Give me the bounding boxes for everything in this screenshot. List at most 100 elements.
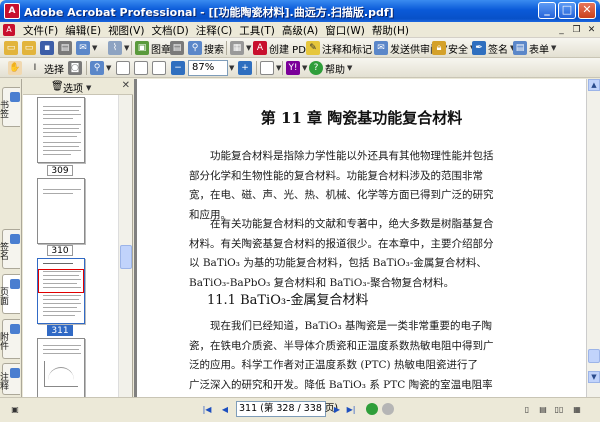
doc-restore-button[interactable]: ❐ xyxy=(570,24,583,36)
document-scrollbar[interactable]: ▲ ▼ xyxy=(586,79,600,397)
close-button[interactable]: ✕ xyxy=(578,2,596,19)
page-size-icon[interactable]: ▣ xyxy=(8,403,22,416)
trash-icon[interactable]: 🗑︎ xyxy=(51,81,64,92)
open2-button[interactable]: ▭ xyxy=(22,40,36,56)
acrobat-app-icon[interactable]: A xyxy=(4,3,20,19)
tab-comments-label: 注释 xyxy=(0,372,8,390)
continuous-facing-icon[interactable]: ▦ xyxy=(570,403,584,416)
save-icon: ▪ xyxy=(40,41,54,55)
next-view-icon[interactable] xyxy=(382,403,394,415)
minimize-button[interactable]: _ xyxy=(538,2,556,19)
menu-view[interactable]: 视图(V) xyxy=(107,23,145,38)
paragraph-line: 泛的应用。科学工作者对正温度系数 (PTC) 热敏电阻瓷进行了 xyxy=(189,359,478,372)
rotate-button[interactable]: ▼ xyxy=(260,60,281,76)
picture-label: 图章 xyxy=(151,44,171,56)
menu-advanced[interactable]: 高级(A) xyxy=(281,23,319,38)
previous-view-icon[interactable] xyxy=(366,403,378,415)
page-thumbnail[interactable] xyxy=(37,338,85,404)
paragraph-2: 在有关功能复合材料的文献和专著中，绝大多数是树脂基复合 材料。有关陶瓷基复合材料… xyxy=(189,215,535,293)
menu-file[interactable]: 文件(F) xyxy=(22,23,59,38)
scroll-down-icon[interactable]: ▼ xyxy=(588,371,600,383)
close-panel-icon[interactable]: ✕ xyxy=(122,80,130,91)
tab-comments[interactable]: 注释 xyxy=(0,363,20,395)
thumbnail-label: 310 xyxy=(47,245,73,256)
picture-icon: ▣ xyxy=(135,41,149,55)
search-button[interactable]: ⚲ 搜索 xyxy=(188,40,224,56)
document-icon[interactable]: A xyxy=(3,24,15,36)
doc-minimize-button[interactable]: _ xyxy=(555,24,568,36)
last-page-button[interactable]: ▶| xyxy=(344,403,358,416)
page-layout-icon xyxy=(260,61,274,75)
print-tool-button[interactable]: ▤ xyxy=(170,40,184,56)
next-page-button[interactable]: ▶ xyxy=(330,403,344,416)
tab-attachments[interactable]: 附件 xyxy=(0,319,20,359)
menu-edit[interactable]: 编辑(E) xyxy=(64,23,102,38)
zoom-out-button[interactable]: − xyxy=(171,60,185,76)
scan-icon: ▦ xyxy=(230,41,244,55)
open-button[interactable]: ▭ xyxy=(4,40,18,56)
menu-comments[interactable]: 注释(C) xyxy=(195,23,234,38)
page-thumbnail[interactable] xyxy=(37,178,85,244)
zoom-in-button[interactable]: + xyxy=(238,60,252,76)
save-button[interactable]: ▪ xyxy=(40,40,54,56)
scroll-up-icon[interactable]: ▲ xyxy=(588,79,600,91)
security-label: 安全 xyxy=(448,44,468,56)
tab-bookmarks[interactable]: 书签 xyxy=(0,87,20,127)
document-scroll-thumb[interactable] xyxy=(588,349,600,363)
zoom-tool-button[interactable]: ⚲ ▼ xyxy=(90,60,111,76)
maximize-button[interactable]: □ xyxy=(558,2,576,19)
paragraph-line: 以 BaTiO₃ 为基的功能复合材料，包括 BaTiO₃-金属复合材料、 xyxy=(189,257,487,270)
tab-signatures[interactable]: 签名 xyxy=(0,229,20,269)
menu-tools[interactable]: 工具(T) xyxy=(238,23,276,38)
fit-width-icon xyxy=(152,61,166,75)
attach-button[interactable]: ⌇ ▼ xyxy=(108,40,129,56)
scan-button[interactable]: ▦ ▼ xyxy=(230,40,251,56)
page-thumbnail-selected[interactable] xyxy=(37,258,85,324)
first-page-button[interactable]: |◀ xyxy=(200,403,214,416)
menu-window[interactable]: 窗口(W) xyxy=(324,23,366,38)
tab-pages[interactable]: 页面 xyxy=(0,274,20,314)
menu-document[interactable]: 文档(D) xyxy=(150,23,189,38)
create-pdf-icon: A xyxy=(253,41,267,55)
forms-button[interactable]: ▤ 表单 ▼ xyxy=(513,40,556,56)
thumbnail-scrollbar[interactable] xyxy=(118,95,132,397)
single-page-icon[interactable]: ▯ xyxy=(520,403,534,416)
continuous-icon[interactable]: ▤ xyxy=(536,403,550,416)
fit-width-button[interactable] xyxy=(152,60,166,76)
view-area-box[interactable] xyxy=(38,269,84,293)
zoom-field[interactable]: 87% xyxy=(188,60,228,76)
thumbnail-scroll-thumb[interactable] xyxy=(120,245,132,269)
email-button[interactable]: ✉ ▼ xyxy=(76,40,97,56)
doc-close-button[interactable]: ✕ xyxy=(585,24,598,36)
window-title: Adobe Acrobat Professional - [[功能陶瓷材料].曲… xyxy=(24,6,394,19)
pages-icon xyxy=(10,279,20,289)
page-number-field[interactable]: 311 (第 328 / 338 页) xyxy=(236,401,338,417)
page-thumbnail[interactable] xyxy=(37,97,85,163)
review-icon: ✉ xyxy=(374,41,388,55)
hand-tool-button[interactable]: ✋ xyxy=(8,60,22,76)
search-icon: ⚲ xyxy=(188,41,202,55)
document-view[interactable]: 第 11 章 陶瓷基功能复合材料 功能复合材料是指除力学性能以外还具有其他物理性… xyxy=(134,79,586,397)
zoom-dropdown[interactable]: ▼ xyxy=(229,60,234,76)
tools-toolbar: ✋ I 选择 ◙ ⚲ ▼ − 87% ▼ + ▼ Y! ▼ ? 帮助 ▼ xyxy=(0,58,600,78)
security-button[interactable]: 🔒︎安全▼ xyxy=(432,40,475,56)
select-tool-button[interactable]: I 选择 xyxy=(28,60,64,76)
yahoo-search-button[interactable]: Y! ▼ xyxy=(286,60,307,76)
menu-help[interactable]: 帮助(H) xyxy=(371,23,410,38)
thumbnail-label: 309 xyxy=(47,165,73,176)
comment-markup-button[interactable]: ✎注释和标记▼ xyxy=(306,40,379,56)
help-button[interactable]: ? 帮助 ▼ xyxy=(309,60,352,76)
facing-icon[interactable]: ▯▯ xyxy=(552,403,566,416)
snapshot-button[interactable]: ◙ xyxy=(68,60,82,76)
folder-icon: ▭ xyxy=(22,41,36,55)
print-button[interactable]: ▤ xyxy=(58,40,72,56)
title-bar: A Adobe Acrobat Professional - [[功能陶瓷材料]… xyxy=(0,0,600,22)
picture-tasks-button[interactable]: ▣ 图章 xyxy=(135,40,171,56)
fit-page-button[interactable] xyxy=(134,60,148,76)
sign-button[interactable]: ✒签名▼ xyxy=(472,40,515,56)
zoom-out-icon: − xyxy=(171,61,185,75)
actual-size-button[interactable] xyxy=(116,60,130,76)
previous-page-button[interactable]: ◀ xyxy=(218,403,232,416)
hand-icon: ✋ xyxy=(8,61,22,75)
options-dropdown[interactable]: 选项 ▼ xyxy=(63,80,91,96)
